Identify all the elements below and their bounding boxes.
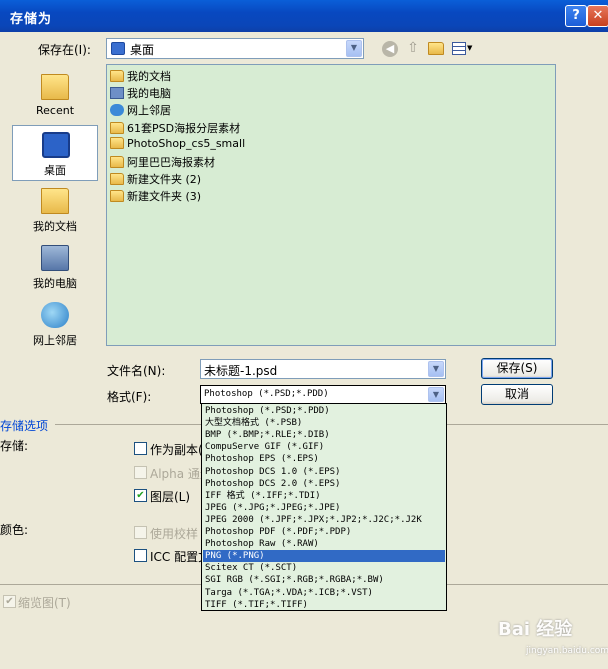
alpha-checkbox xyxy=(134,466,147,479)
save-in-value: 桌面 xyxy=(130,43,155,57)
layers-checkbox[interactable]: ✔ xyxy=(134,489,147,502)
dropdown-option[interactable]: BMP (*.BMP;*.RLE;*.DIB) xyxy=(203,429,445,441)
list-item[interactable]: 61套PSD海报分层素材 xyxy=(110,120,240,136)
dropdown-option[interactable]: TIFF (*.TIF;*.TIFF) xyxy=(203,599,445,611)
view-chevron-icon[interactable]: ▼ xyxy=(467,44,472,52)
list-item[interactable]: 新建文件夹 (2) xyxy=(110,171,201,187)
title-bar: 存储为 ? ✕ xyxy=(0,0,608,32)
documents-icon xyxy=(41,188,69,214)
file-list[interactable]: 我的文档 我的电脑 网上邻居 61套PSD海报分层素材 PhotoShop_cs… xyxy=(106,64,556,346)
up-folder-icon[interactable]: ⇧ xyxy=(405,41,421,57)
dropdown-option[interactable]: Scitex CT (*.SCT) xyxy=(203,562,445,574)
store-label: 存储: xyxy=(0,439,29,453)
file-name: 我的文档 xyxy=(127,70,171,83)
dropdown-option[interactable]: Photoshop (*.PSD;*.PDD) xyxy=(203,405,445,417)
help-button[interactable]: ? xyxy=(565,5,587,27)
list-item[interactable]: 网上邻居 xyxy=(110,102,171,118)
dropdown-option[interactable]: PNG (*.PNG) xyxy=(203,550,445,563)
place-my-computer[interactable]: 我的电脑 xyxy=(12,239,98,295)
file-name: PhotoShop_cs5_small xyxy=(127,137,246,150)
format-value: Photoshop (*.PSD;*.PDD) xyxy=(204,389,329,399)
layers-label: 图层(L) xyxy=(150,490,191,504)
dropdown-option[interactable]: CompuServe GIF (*.GIF) xyxy=(203,441,445,453)
folder-icon xyxy=(110,122,124,134)
dropdown-option[interactable]: Targa (*.TGA;*.VDA;*.ICB;*.VST) xyxy=(203,587,445,599)
file-name: 61套PSD海报分层素材 xyxy=(127,122,241,135)
list-item[interactable]: PhotoShop_cs5_small xyxy=(110,137,245,153)
place-label: 我的文档 xyxy=(33,220,77,233)
file-name: 我的电脑 xyxy=(127,87,171,100)
dropdown-option[interactable]: Photoshop DCS 1.0 (*.EPS) xyxy=(203,466,445,478)
network-icon xyxy=(110,104,124,116)
color-label: 颜色: xyxy=(0,523,29,537)
chevron-down-icon[interactable]: ▼ xyxy=(428,361,444,377)
place-desktop[interactable]: 桌面 xyxy=(12,125,98,181)
list-item[interactable]: 阿里巴巴海报素材 xyxy=(110,154,215,170)
file-name: 新建文件夹 (2) xyxy=(127,173,202,186)
save-options-heading: 存储选项 xyxy=(0,419,49,433)
dropdown-option[interactable]: 大型文档格式 (*.PSB) xyxy=(203,417,445,429)
place-label: Recent xyxy=(35,104,75,117)
file-name: 新建文件夹 (3) xyxy=(127,190,202,203)
place-recent[interactable]: Recent xyxy=(12,68,98,124)
folder-icon xyxy=(110,137,124,149)
thumbnail-checkbox: ✔ xyxy=(3,595,16,608)
network-icon xyxy=(41,302,69,328)
proof-label: 使用校样 xyxy=(150,527,199,541)
view-menu-icon[interactable] xyxy=(452,42,466,55)
save-button[interactable]: 保存(S) xyxy=(481,358,553,379)
dropdown-option[interactable]: JPEG (*.JPG;*.JPEG;*.JPE) xyxy=(203,502,445,514)
list-item[interactable]: 新建文件夹 (3) xyxy=(110,188,201,204)
folder-icon xyxy=(110,156,124,168)
place-label: 网上邻居 xyxy=(33,334,77,347)
thumbnail-label: 缩览图(T) xyxy=(18,596,71,610)
documents-icon xyxy=(110,70,124,82)
list-item[interactable]: 我的电脑 xyxy=(110,85,171,101)
dropdown-option[interactable]: IFF 格式 (*.IFF;*.TDI) xyxy=(203,490,445,502)
place-network[interactable]: 网上邻居 xyxy=(12,296,98,352)
as-copy-label: 作为副本( xyxy=(150,443,203,457)
recent-icon xyxy=(41,74,69,100)
computer-icon xyxy=(110,87,124,99)
format-select[interactable]: Photoshop (*.PSD;*.PDD) ▼ xyxy=(200,385,446,404)
desktop-icon xyxy=(42,132,70,158)
save-in-dropdown[interactable]: 桌面 ▼ xyxy=(106,38,364,59)
cancel-button[interactable]: 取消 xyxy=(481,384,553,405)
save-in-label: 保存在(I): xyxy=(38,43,91,57)
place-label: 桌面 xyxy=(44,164,66,177)
file-name: 阿里巴巴海报素材 xyxy=(127,156,215,169)
close-button[interactable]: ✕ xyxy=(587,5,608,27)
desktop-icon xyxy=(111,42,125,55)
chevron-down-icon[interactable]: ▼ xyxy=(346,40,362,57)
chevron-down-icon[interactable]: ▼ xyxy=(428,387,444,402)
baidu-watermark: Bai 经验 xyxy=(498,619,573,640)
filename-label: 文件名(N): xyxy=(107,364,166,378)
proof-checkbox xyxy=(134,526,147,539)
format-label: 格式(F): xyxy=(107,390,152,404)
as-copy-checkbox[interactable] xyxy=(134,442,147,455)
window-title: 存储为 xyxy=(10,12,53,27)
filename-value: 未标题-1.psd xyxy=(204,364,278,378)
dropdown-option[interactable]: Photoshop PDF (*.PDF;*.PDP) xyxy=(203,526,445,538)
folder-icon xyxy=(110,173,124,185)
places-bar: Recent 桌面 我的文档 我的电脑 网上邻居 xyxy=(12,64,98,356)
dropdown-option[interactable]: Photoshop Raw (*.RAW) xyxy=(203,538,445,550)
new-folder-icon[interactable] xyxy=(428,42,444,55)
back-icon[interactable]: ◀ xyxy=(382,41,398,57)
place-my-documents[interactable]: 我的文档 xyxy=(12,182,98,238)
dropdown-option[interactable]: Photoshop EPS (*.EPS) xyxy=(203,453,445,465)
dropdown-option[interactable]: SGI RGB (*.SGI;*.RGB;*.RGBA;*.BW) xyxy=(203,574,445,586)
list-item[interactable]: 我的文档 xyxy=(110,68,171,84)
format-dropdown-list[interactable]: Photoshop (*.PSD;*.PDD) 大型文档格式 (*.PSB) BMP… xyxy=(201,403,447,611)
baidu-watermark-url: jingyan.baidu.com xyxy=(526,646,608,656)
computer-icon xyxy=(41,245,69,271)
icc-checkbox[interactable] xyxy=(134,549,147,562)
dropdown-option[interactable]: Photoshop DCS 2.0 (*.EPS) xyxy=(203,478,445,490)
filename-input[interactable]: 未标题-1.psd ▼ xyxy=(200,359,446,379)
place-label: 我的电脑 xyxy=(33,277,77,290)
folder-icon xyxy=(110,190,124,202)
file-name: 网上邻居 xyxy=(127,104,171,117)
dropdown-option[interactable]: JPEG 2000 (*.JPF;*.JPX;*.JP2;*.J2C;*.J2K xyxy=(203,514,445,526)
